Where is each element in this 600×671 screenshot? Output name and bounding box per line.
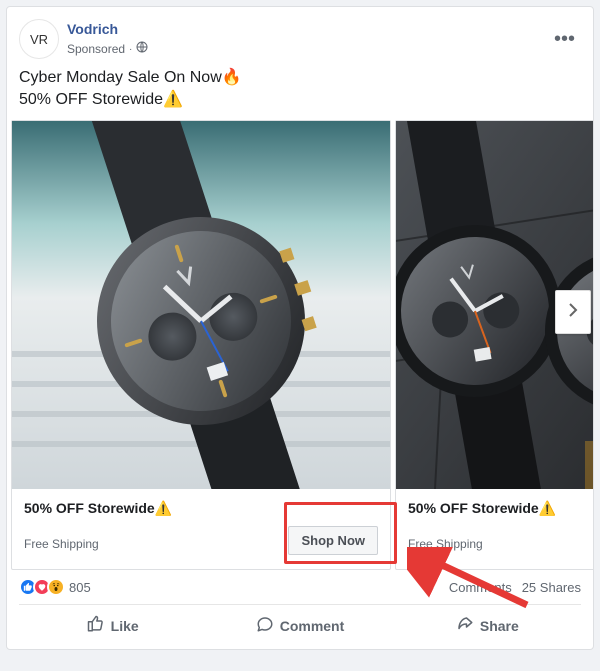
carousel-card-title: 50% OFF Storewide⚠️ [24,499,378,517]
reaction-summary[interactable]: 805 [19,578,91,596]
ad-carousel[interactable]: 50% OFF Storewide⚠️ Free Shipping Shop N… [7,120,593,570]
globe-icon [136,41,148,58]
post-card: VR Vodrich Sponsored · ••• Cyber Monday … [6,6,594,650]
share-count[interactable]: 25 Shares [522,580,581,595]
shop-now-button[interactable]: Shop Now [288,526,378,555]
page-avatar[interactable]: VR [19,19,59,59]
post-text: Cyber Monday Sale On Now🔥 50% OFF Storew… [7,67,593,120]
share-icon [456,615,474,637]
sponsored-label[interactable]: Sponsored [67,42,125,58]
comment-button-label: Comment [280,618,345,634]
carousel-card[interactable]: 50% OFF Storewide⚠️ Free Shipping [395,120,593,570]
more-options-icon[interactable]: ••• [548,23,581,55]
post-header: VR Vodrich Sponsored · ••• [7,7,593,67]
reactions-bar: 805 Comments 25 Shares [7,570,593,600]
share-button-label: Share [480,618,519,634]
carousel-card-body: 50% OFF Storewide⚠️ Free Shipping [396,489,593,569]
comment-count[interactable]: Comments [449,580,512,595]
engagement-counts: Comments 25 Shares [449,580,581,595]
actions-bar: Like Comment Share [19,604,581,649]
post-header-text: Vodrich Sponsored · [67,20,548,57]
carousel-card-body: 50% OFF Storewide⚠️ Free Shipping Shop N… [12,489,390,569]
post-text-line2: 50% OFF Storewide⚠️ [19,89,581,111]
comment-icon [256,615,274,637]
carousel-card-title: 50% OFF Storewide⚠️ [408,499,593,517]
comment-button[interactable]: Comment [206,605,393,649]
chevron-right-icon [567,302,579,323]
share-button[interactable]: Share [394,605,581,649]
carousel-card[interactable]: 50% OFF Storewide⚠️ Free Shipping Shop N… [11,120,391,570]
product-image[interactable] [12,121,390,489]
carousel-next-button[interactable] [555,290,591,334]
thumb-up-icon [87,615,105,637]
like-button-label: Like [111,618,139,634]
reaction-count: 805 [69,580,91,595]
reaction-icons [19,578,65,596]
carousel-card-subtitle: Free Shipping [408,537,593,551]
dot-separator: · [129,43,132,56]
page-name-link[interactable]: Vodrich [67,21,118,37]
sponsored-row: Sponsored · [67,41,548,58]
post-text-line1: Cyber Monday Sale On Now🔥 [19,67,581,89]
like-button[interactable]: Like [19,605,206,649]
wow-reaction-icon [47,578,65,596]
